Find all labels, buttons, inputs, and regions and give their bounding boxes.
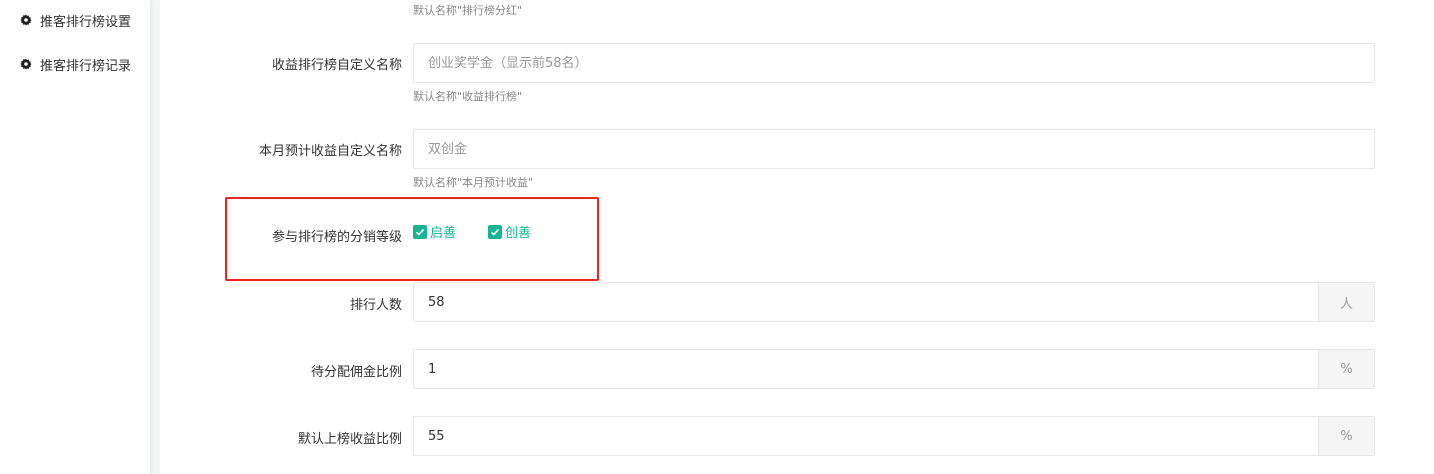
checkbox-checked-icon	[488, 224, 502, 239]
pending-ratio-field: %	[413, 349, 1375, 389]
pending-ratio-input[interactable]	[414, 350, 1319, 388]
rank-count-label: 排行人数	[349, 298, 402, 313]
pending-ratio-label: 待分配佣金比例	[310, 365, 402, 380]
monthly-name-label: 本月预计收益自定义名称	[258, 144, 402, 159]
rank-count-field: 人	[413, 282, 1375, 322]
default-ratio-input[interactable]	[414, 417, 1319, 455]
rank-count-input[interactable]	[414, 283, 1319, 321]
monthly-name-field	[413, 129, 1375, 169]
gear-icon	[20, 14, 32, 26]
sidebar-item-label: 推客排行榜设置	[40, 14, 132, 30]
earnings-name-label: 收益排行榜自定义名称	[271, 58, 402, 73]
level-option-label: 启善	[430, 226, 457, 241]
monthly-name-input[interactable]	[414, 130, 1374, 168]
level-option-label: 创善	[505, 226, 532, 241]
percent-addon: %	[1318, 350, 1374, 388]
monthly-name-hint: 默认名称"本月预计收益"	[413, 176, 534, 189]
percent-addon: %	[1318, 417, 1374, 455]
levels-label: 参与排行榜的分销等级	[271, 230, 402, 245]
checkbox-checked-icon	[413, 224, 427, 239]
earnings-name-input[interactable]	[414, 44, 1374, 82]
level-checkbox-qishan[interactable]: 启善	[413, 222, 456, 241]
default-ratio-field: %	[413, 416, 1375, 456]
field-hint: 默认名称"排行榜分红"	[413, 4, 523, 17]
unit-addon: 人	[1318, 283, 1374, 321]
default-ratio-label: 默认上榜收益比例	[297, 432, 402, 447]
earnings-name-hint: 默认名称"收益排行榜"	[413, 90, 523, 103]
level-checkbox-chuangshan[interactable]: 创善	[488, 222, 531, 241]
sidebar-item-ranking-settings[interactable]: 推客排行榜设置	[20, 10, 131, 30]
earnings-name-field	[413, 43, 1375, 83]
